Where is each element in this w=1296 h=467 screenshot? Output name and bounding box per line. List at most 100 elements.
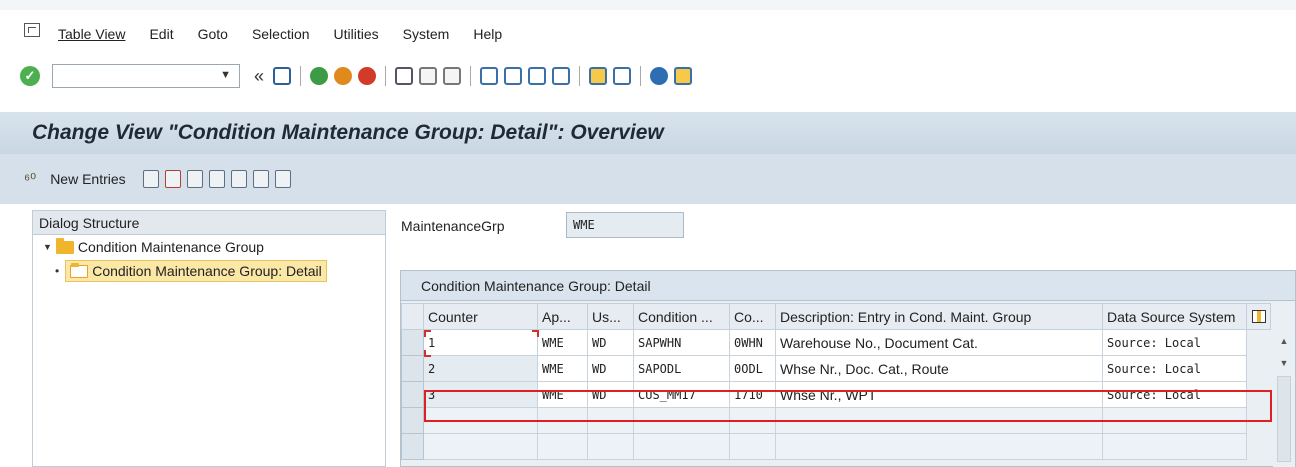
save-icon[interactable] [273,67,292,85]
row-selector[interactable] [401,381,424,408]
empty-cell[interactable] [729,407,776,434]
dialog-structure-header: Dialog Structure [33,211,385,235]
delete-icon[interactable] [164,170,181,188]
empty-cell[interactable] [587,433,634,460]
column-header-data-source-system[interactable]: Data Source System [1102,303,1247,330]
empty-cell[interactable] [729,433,776,460]
exit-icon[interactable] [334,67,353,85]
select-block-icon[interactable] [230,170,247,188]
cell-spacer [1246,433,1271,460]
next-page-icon[interactable] [528,67,547,85]
menu-bar: Table View Edit Goto Selection Utilities… [0,14,1296,54]
cell-description: Whse Nr., WPT [775,381,1103,408]
empty-cell[interactable] [1102,407,1247,434]
table-title: Condition Maintenance Group: Detail [401,271,1295,301]
column-settings-cell[interactable] [1246,303,1271,330]
toolbar-separator [579,66,581,86]
last-page-icon[interactable] [552,67,571,85]
select-all-icon[interactable] [208,170,225,188]
row-selector[interactable] [401,433,424,460]
empty-cell[interactable] [423,433,538,460]
cell-code: 0WHN [729,329,776,356]
cell-counter[interactable]: 2 [423,355,538,382]
display-change-icon[interactable]: ⁶⁰ [24,170,36,188]
print-icon[interactable] [395,67,414,85]
cell-condition: SAPWHN [633,329,730,356]
deselect-all-icon[interactable] [252,170,269,188]
menu-utilities[interactable]: Utilities [334,26,379,42]
toolbar-separator [640,66,642,86]
cell-application: WME [537,329,588,356]
find-icon[interactable] [419,67,438,85]
customize-layout-icon[interactable] [674,67,693,85]
empty-cell[interactable] [775,407,1103,434]
scroll-down-icon[interactable]: ▼ [1273,352,1295,374]
cell-spacer [1246,407,1271,434]
table-vertical-scrollbar[interactable]: ▲ ▼ [1273,330,1295,467]
column-header-condition[interactable]: Condition ... [633,303,730,330]
table-row[interactable]: 2 WME WD SAPODL 0ODL Whse Nr., Doc. Cat.… [401,355,1271,382]
copy-as-icon[interactable] [142,170,159,188]
row-selector[interactable] [401,329,424,356]
toolbar-separator [300,66,302,86]
system-menu-icon[interactable] [24,23,40,37]
empty-table-row[interactable] [401,407,1271,434]
cell-description: Whse Nr., Doc. Cat., Route [775,355,1103,382]
tree-item-condition-maintenance-group[interactable]: ▼ Condition Maintenance Group [33,235,385,259]
column-header-code[interactable]: Co... [729,303,776,330]
cell-counter[interactable]: 1 [423,329,538,356]
table-header-row: Counter Ap... Us... Condition ... Co... … [401,303,1271,330]
bullet-icon: • [55,264,60,278]
empty-cell[interactable] [537,433,588,460]
menu-goto[interactable]: Goto [198,26,228,42]
menu-selection[interactable]: Selection [252,26,310,42]
dialog-structure-panel: Dialog Structure ▼ Condition Maintenance… [32,210,386,467]
column-header-counter[interactable]: Counter [423,303,538,330]
command-field[interactable]: ▼ [52,64,240,88]
empty-table-row[interactable] [401,433,1271,460]
empty-cell[interactable] [423,407,538,434]
select-all-cell[interactable] [401,303,424,330]
back-icon[interactable] [310,67,329,85]
tree-item-label: Condition Maintenance Group: Detail [92,263,322,279]
print-field-list-icon[interactable] [274,170,291,188]
previous-page-icon[interactable] [504,67,523,85]
page-title: Change View "Condition Maintenance Group… [32,121,664,144]
empty-cell[interactable] [633,407,730,434]
first-page-icon[interactable] [480,67,499,85]
scrollbar-thumb[interactable] [1277,376,1291,462]
cancel-icon[interactable] [358,67,377,85]
cell-focus-mark-bottom-left [424,350,431,357]
find-next-icon[interactable] [443,67,462,85]
empty-cell[interactable] [633,433,730,460]
table-row[interactable]: 3 WME WD CUS_MM17 1710 Whse Nr., WPT Sou… [401,381,1271,408]
tree-item-condition-maintenance-group-detail[interactable]: • Condition Maintenance Group: Detail [33,259,385,283]
empty-cell[interactable] [775,433,1103,460]
maintenance-group-label: MaintenanceGrp [401,218,505,234]
cell-spacer [1246,329,1271,356]
command-dropdown-icon[interactable]: ▼ [220,69,231,81]
shortcut-icon[interactable] [613,67,632,85]
empty-cell[interactable] [537,407,588,434]
expand-triangle-icon[interactable]: ▼ [43,242,52,252]
menu-edit[interactable]: Edit [149,26,173,42]
column-header-usage[interactable]: Us... [587,303,634,330]
menu-table-view[interactable]: Table View [58,26,125,42]
empty-cell[interactable] [587,407,634,434]
menu-help[interactable]: Help [473,26,502,42]
new-entries-button[interactable]: New Entries [50,171,125,187]
row-selector[interactable] [401,355,424,382]
column-header-description[interactable]: Description: Entry in Cond. Maint. Group [775,303,1103,330]
empty-cell[interactable] [1102,433,1247,460]
menu-system[interactable]: System [403,26,450,42]
cell-counter[interactable]: 3 [423,381,538,408]
scroll-up-icon[interactable]: ▲ [1273,330,1295,352]
back-arrows-icon[interactable]: « [254,66,264,87]
row-selector[interactable] [401,407,424,434]
undo-change-icon[interactable] [186,170,203,188]
create-session-icon[interactable] [589,67,608,85]
table-settings-icon[interactable] [1252,310,1266,323]
column-header-application[interactable]: Ap... [537,303,588,330]
enter-check-icon[interactable]: ✓ [20,66,40,86]
help-icon[interactable] [650,67,669,85]
